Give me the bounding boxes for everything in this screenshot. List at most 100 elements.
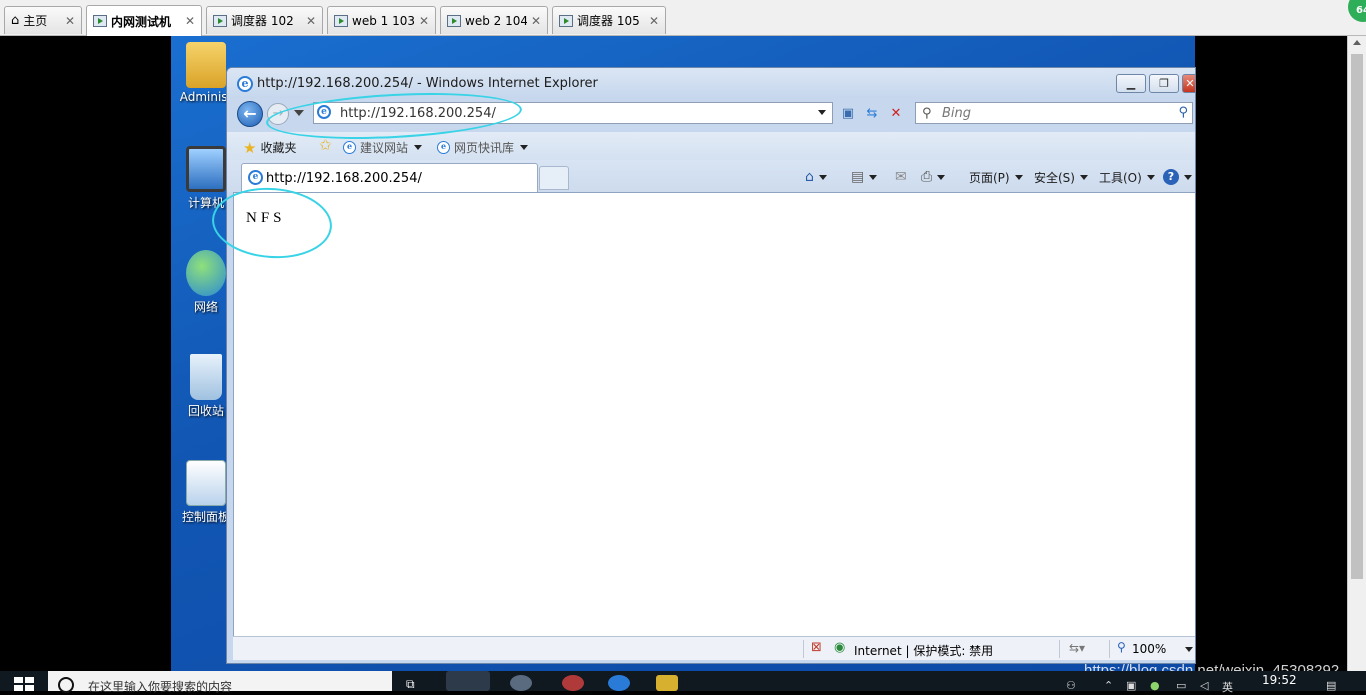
- refresh-icon[interactable]: ⇆: [863, 105, 881, 123]
- search-box[interactable]: ⚲ Bing ⚲: [915, 102, 1193, 124]
- chevron-down-icon: [869, 174, 878, 180]
- ie-logo-icon: e: [237, 76, 253, 92]
- divider: [803, 640, 804, 658]
- search-icon: ⚲: [922, 106, 932, 121]
- search-placeholder[interactable]: Bing: [942, 106, 971, 121]
- menu-safety-label: 安全(S): [1034, 171, 1075, 185]
- tab-web1-103[interactable]: web 1 103 ✕: [327, 6, 436, 34]
- recycle-bin-icon: [190, 354, 222, 400]
- taskbar-app-red[interactable]: [562, 675, 584, 691]
- clock-time[interactable]: 19:52: [1262, 673, 1297, 687]
- tab-command-bar: e http://192.168.200.254/ ⌂ ▤ ✉ ⎙ 页面(P) …: [227, 160, 1195, 192]
- windows-start-icon[interactable]: [14, 677, 34, 691]
- home-icon: ⌂: [11, 13, 20, 28]
- window-title: http://192.168.200.254/ - Windows Intern…: [257, 76, 598, 91]
- protected-mode-icon[interactable]: ⇆▾: [1069, 641, 1085, 655]
- new-tab-button[interactable]: [539, 166, 569, 190]
- printer-icon: ⎙: [921, 169, 933, 185]
- close-icon[interactable]: ✕: [306, 14, 316, 28]
- address-dropdown-icon[interactable]: [818, 110, 826, 115]
- chevron-down-icon: [520, 145, 529, 150]
- divider: [1109, 640, 1110, 658]
- search-go-icon[interactable]: ⚲: [1178, 105, 1188, 120]
- chevron-down-icon: [414, 145, 423, 150]
- status-bar: ⊠ ◉ Internet | 保护模式: 禁用 ⇆▾ ⚲ 100%: [233, 636, 1195, 660]
- tab-web2-104[interactable]: web 2 104 ✕: [440, 6, 548, 34]
- notification-center-icon[interactable]: ▤: [1326, 679, 1336, 692]
- tray-network-icon[interactable]: ▭: [1176, 679, 1186, 692]
- close-icon[interactable]: ✕: [185, 14, 195, 28]
- computer-icon: [186, 146, 226, 192]
- favorites-button[interactable]: ★ 收藏夹: [243, 139, 296, 156]
- taskbar-app-vmware[interactable]: [446, 671, 490, 691]
- zoom-dropdown-icon[interactable]: [1185, 647, 1193, 652]
- feeds-button[interactable]: ▤: [851, 169, 878, 185]
- zoom-icon: ⚲: [1117, 640, 1126, 654]
- taskbar-app-globe[interactable]: [510, 675, 532, 691]
- vm-running-icon: [447, 14, 461, 27]
- control-panel-icon: [186, 460, 226, 506]
- blocked-content-icon[interactable]: ⊠: [811, 640, 822, 655]
- taskbar-app-blue[interactable]: [608, 675, 630, 691]
- close-button[interactable]: ✕: [1182, 74, 1195, 93]
- maximize-button[interactable]: ❐: [1149, 74, 1179, 93]
- stop-icon[interactable]: ✕: [887, 105, 905, 123]
- tray-status-icon[interactable]: ●: [1150, 679, 1160, 692]
- tab-scheduler-105[interactable]: 调度器 105 ✕: [552, 6, 666, 34]
- home-icon: ⌂: [805, 169, 814, 185]
- user-folder-icon: [186, 42, 226, 88]
- security-zone-label[interactable]: Internet | 保护模式: 禁用: [854, 642, 993, 659]
- help-button[interactable]: ?: [1163, 169, 1192, 185]
- web-slice-label: 网页快讯库: [454, 141, 515, 155]
- close-icon[interactable]: ✕: [649, 14, 659, 28]
- tab-scheduler-102[interactable]: 调度器 102 ✕: [206, 6, 323, 34]
- zoom-level[interactable]: 100%: [1132, 642, 1166, 656]
- menu-page[interactable]: 页面(P): [969, 169, 1023, 186]
- vm-running-icon: [334, 14, 348, 27]
- tray-volume-icon[interactable]: ◁: [1200, 679, 1208, 692]
- scroll-up-icon[interactable]: [1353, 40, 1361, 45]
- minimize-button[interactable]: ▁: [1116, 74, 1146, 93]
- task-view-icon[interactable]: ⧉: [406, 677, 415, 692]
- ime-indicator[interactable]: 英: [1222, 679, 1233, 695]
- web-slice-gallery-button[interactable]: e 网页快讯库: [437, 139, 529, 156]
- home-button[interactable]: ⌂: [805, 169, 827, 185]
- close-icon[interactable]: ✕: [65, 14, 75, 28]
- tab-label: 调度器 105: [577, 14, 640, 28]
- ie-window: e http://192.168.200.254/ - Windows Inte…: [226, 67, 1196, 664]
- mail-button[interactable]: ✉: [895, 169, 907, 185]
- vm-tab-strip: ⌂ 主页 ✕ 内网测试机 ✕ 调度器 102 ✕ web 1 103 ✕ web…: [0, 0, 1366, 36]
- tab-intranet-test[interactable]: 内网测试机 ✕: [86, 5, 202, 36]
- taskbar-search-placeholder[interactable]: 在这里输入你要搜索的内容: [88, 678, 232, 695]
- tab-label: 主页: [23, 14, 48, 28]
- menu-safety[interactable]: 安全(S): [1034, 169, 1088, 186]
- menu-tools[interactable]: 工具(O): [1099, 169, 1155, 186]
- chevron-down-icon: [1184, 174, 1192, 180]
- scrollbar-thumb[interactable]: [1351, 54, 1363, 579]
- menu-tools-label: 工具(O): [1099, 171, 1142, 185]
- tray-chevron-up-icon[interactable]: ⌃: [1104, 679, 1113, 692]
- close-icon[interactable]: ✕: [419, 14, 429, 28]
- add-favorite-button[interactable]: ✩: [319, 136, 332, 154]
- people-icon[interactable]: ⚇: [1066, 679, 1076, 692]
- suggested-sites-button[interactable]: e 建议网站: [343, 139, 423, 156]
- compatibility-view-icon[interactable]: ▣: [839, 105, 857, 123]
- page-icon: e: [248, 170, 263, 185]
- title-bar[interactable]: e http://192.168.200.254/ - Windows Inte…: [227, 68, 1195, 98]
- print-button[interactable]: ⎙: [921, 169, 946, 185]
- taskbar-app-folder[interactable]: [656, 675, 678, 691]
- tray-app-icon[interactable]: ▣: [1126, 679, 1136, 692]
- tab-title: http://192.168.200.254/: [266, 171, 422, 186]
- internet-zone-icon: ◉: [834, 640, 846, 655]
- close-icon[interactable]: ✕: [531, 14, 541, 28]
- ie-page-icon: e: [343, 141, 356, 154]
- tab-home[interactable]: ⌂ 主页 ✕: [4, 6, 82, 34]
- browser-tab[interactable]: e http://192.168.200.254/: [241, 163, 538, 192]
- add-favorite-icon: ✩: [319, 136, 332, 154]
- chevron-down-icon: [937, 174, 946, 180]
- taskbar-search-box[interactable]: 在这里输入你要搜索的内容: [48, 671, 392, 694]
- page-content: NFS: [233, 192, 1195, 636]
- back-button[interactable]: ←: [237, 101, 263, 127]
- vertical-scrollbar[interactable]: [1347, 36, 1366, 671]
- rss-icon: ▤: [851, 169, 865, 185]
